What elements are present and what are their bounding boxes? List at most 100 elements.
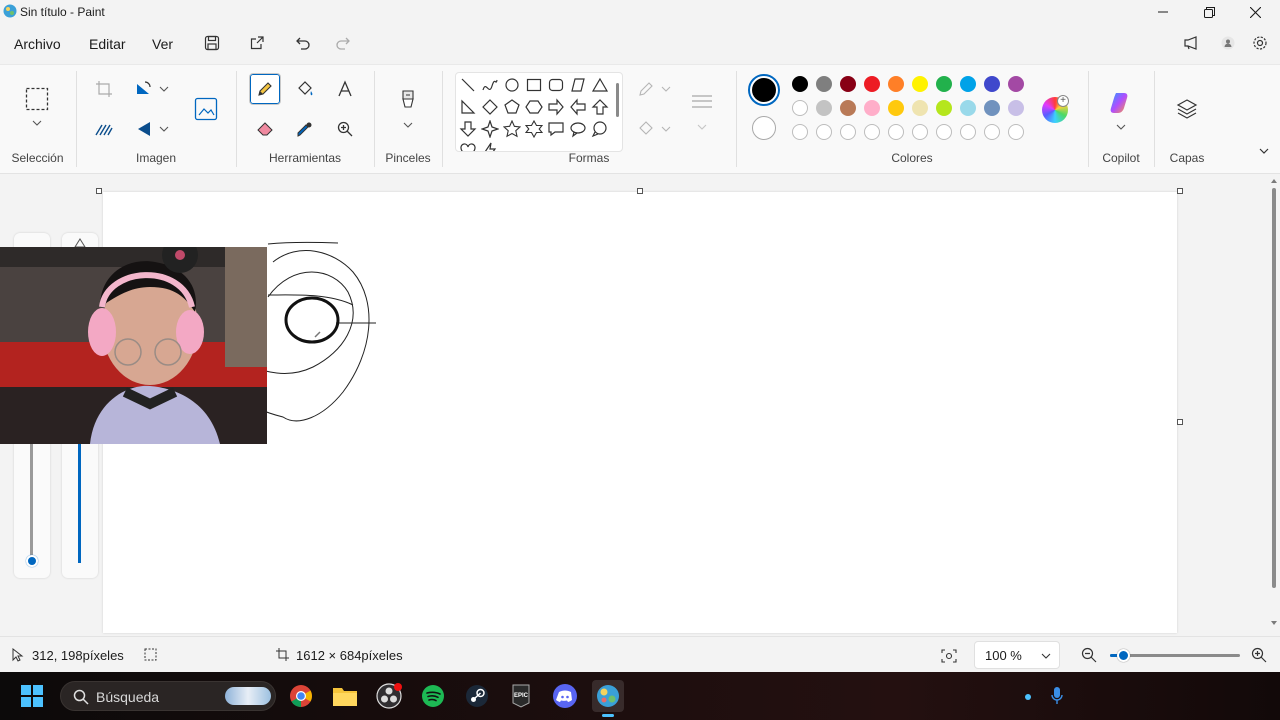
left-arrow-shape-icon[interactable] [569,98,587,116]
ellipse-shape-icon[interactable] [503,76,521,94]
canvas-resize-handle[interactable] [1177,188,1183,194]
four-point-star-shape-icon[interactable] [481,120,499,138]
diamond-shape-icon[interactable] [481,98,499,116]
five-point-star-shape-icon[interactable] [503,120,521,138]
eraser-tool-button[interactable] [249,113,281,145]
line-size-dropdown[interactable] [686,117,718,137]
zoom-slider[interactable] [1110,649,1240,662]
palette-color-swatch[interactable] [816,100,832,116]
secondary-color-slot[interactable] [752,116,776,140]
brushes-dropdown[interactable] [392,115,424,135]
palette-color-swatch[interactable] [816,76,832,92]
taskbar-epic-games[interactable]: EPIC [505,680,537,712]
share-button[interactable] [245,31,269,55]
brushes-button[interactable] [392,85,424,117]
custom-color-slot[interactable] [984,124,1000,140]
redo-button[interactable] [331,31,355,55]
hexagon-shape-icon[interactable] [525,98,543,116]
palette-color-swatch[interactable] [864,76,880,92]
taskbar-obs[interactable] [373,680,405,712]
palette-color-swatch[interactable] [984,76,1000,92]
right-triangle-shape-icon[interactable] [459,98,477,116]
palette-color-swatch[interactable] [1008,76,1024,92]
remove-background-button[interactable] [88,113,120,145]
taskbar-file-explorer[interactable] [329,680,361,712]
zoom-dropdown[interactable]: 100 % [974,641,1060,669]
copilot-dropdown[interactable] [1105,117,1137,137]
palette-color-swatch[interactable] [792,76,808,92]
canvas-resize-handle[interactable] [96,188,102,194]
fill-tool-button[interactable] [289,73,321,105]
size-slider-thumb[interactable] [26,555,38,567]
size-slider-track[interactable] [30,433,33,563]
microphone-icon[interactable] [1050,686,1064,706]
palette-color-swatch[interactable] [960,76,976,92]
taskbar-steam[interactable] [461,680,493,712]
zoom-slider-thumb[interactable] [1117,649,1130,662]
custom-color-slot[interactable] [1008,124,1024,140]
palette-color-swatch[interactable] [888,100,904,116]
rotate-button[interactable] [130,73,174,105]
flip-button[interactable] [130,113,174,145]
custom-color-slot[interactable] [912,124,928,140]
select-dropdown[interactable] [21,113,53,133]
rect-callout-shape-icon[interactable] [547,120,565,138]
close-button[interactable] [1232,0,1278,24]
select-tool-button[interactable] [21,83,53,115]
restore-button[interactable] [1186,0,1232,24]
save-button[interactable] [200,31,224,55]
crop-button[interactable] [88,73,120,105]
pentagon-shape-icon[interactable] [503,98,521,116]
shape-fill-button[interactable] [632,113,676,145]
palette-color-swatch[interactable] [912,100,928,116]
menu-ver[interactable]: Ver [152,36,173,52]
palette-color-swatch[interactable] [864,100,880,116]
layers-button[interactable] [1171,93,1203,125]
custom-color-slot[interactable] [792,124,808,140]
feedback-button[interactable] [1180,31,1204,55]
custom-color-slot[interactable] [888,124,904,140]
primary-color-slot[interactable] [748,74,780,106]
zoom-in-button[interactable] [1248,644,1270,666]
oval-callout-shape-icon[interactable] [569,120,587,138]
edit-colors-button[interactable]: + [1042,95,1069,123]
palette-color-swatch[interactable] [936,76,952,92]
custom-color-slot[interactable] [864,124,880,140]
palette-color-swatch[interactable] [960,100,976,116]
zoom-out-button[interactable] [1078,644,1100,666]
six-point-star-shape-icon[interactable] [525,120,543,138]
polygon-shape-icon[interactable] [569,76,587,94]
copilot-button[interactable] [1105,87,1137,119]
cloud-callout-shape-icon[interactable] [591,120,609,138]
custom-color-slot[interactable] [936,124,952,140]
opacity-slider-track[interactable] [78,433,81,563]
canvas-resize-handle[interactable] [1177,419,1183,425]
image-resize-button[interactable] [190,93,222,125]
rectangle-shape-icon[interactable] [525,76,543,94]
right-arrow-shape-icon[interactable] [547,98,565,116]
line-shape-icon[interactable] [459,76,477,94]
up-arrow-shape-icon[interactable] [591,98,609,116]
palette-color-swatch[interactable] [792,100,808,116]
fit-to-window-button[interactable] [938,645,960,667]
palette-color-swatch[interactable] [984,100,1000,116]
down-arrow-shape-icon[interactable] [459,120,477,138]
pencil-tool-button[interactable] [249,73,281,105]
magnifier-tool-button[interactable] [329,113,361,145]
custom-color-slot[interactable] [816,124,832,140]
rounded-rectangle-shape-icon[interactable] [547,76,565,94]
scrollbar-thumb[interactable] [1272,188,1276,588]
shape-outline-button[interactable] [632,73,676,105]
menu-editar[interactable]: Editar [89,36,126,52]
start-button[interactable] [16,680,48,712]
canvas-resize-handle[interactable] [637,188,643,194]
line-size-button[interactable] [686,87,718,119]
curve-shape-icon[interactable] [481,76,499,94]
minimize-button[interactable] [1140,0,1186,24]
account-button[interactable] [1216,31,1240,55]
taskbar-search-box[interactable]: Búsqueda [60,681,276,711]
taskbar-spotify[interactable] [417,680,449,712]
undo-button[interactable] [291,31,315,55]
color-picker-tool-button[interactable] [289,113,321,145]
palette-color-swatch[interactable] [1008,100,1024,116]
